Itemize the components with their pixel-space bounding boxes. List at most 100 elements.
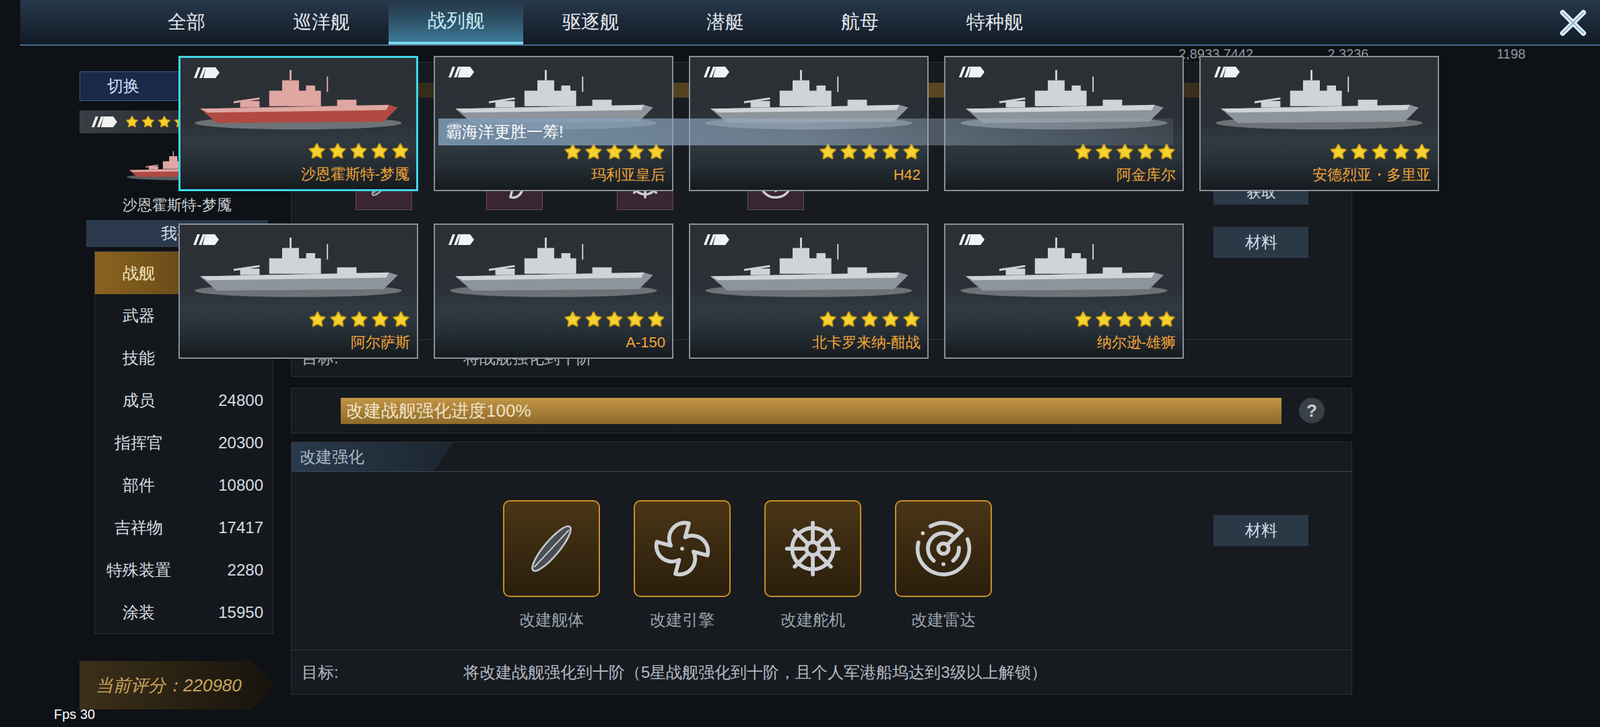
- ship-card[interactable]: 安德烈亚・多里亚: [1199, 55, 1440, 192]
- refit-item[interactable]: 改建舰体: [503, 500, 600, 633]
- stat-value: 10800: [182, 473, 273, 498]
- stat-value: 20300: [182, 430, 273, 456]
- star-icon: [563, 310, 582, 329]
- stat-list-item[interactable]: 涂装15950: [94, 591, 273, 634]
- star-icon: [605, 142, 624, 161]
- rank-badge-icon: [699, 232, 731, 247]
- stat-label: 指挥官: [94, 430, 183, 456]
- tab[interactable]: 巡洋舰: [253, 0, 389, 45]
- star-icon: [605, 310, 624, 329]
- help-button[interactable]: ?: [1298, 397, 1325, 424]
- card-badge: [954, 232, 986, 247]
- stat-list-item[interactable]: 成员24800: [94, 379, 273, 422]
- stat-value: 15950: [182, 600, 273, 625]
- refit-label: 改建舵机: [780, 608, 846, 633]
- star-icon: [647, 310, 666, 329]
- card-badge: [699, 65, 731, 79]
- star-icon: [370, 142, 389, 161]
- refit-body: 改建舰体改建引擎 改建舵机 改建雷达 材料: [291, 472, 1352, 633]
- star-icon: [1074, 310, 1093, 329]
- stat-label: 涂装: [94, 600, 183, 625]
- refit-material-button[interactable]: 材料: [1213, 515, 1309, 547]
- card-footer: 纳尔逊-雄狮: [945, 307, 1183, 358]
- star-icon: [371, 310, 390, 329]
- star-icon: [1350, 142, 1369, 161]
- close-button[interactable]: [1558, 8, 1588, 38]
- star-row: [563, 310, 666, 329]
- card-footer: 安德烈亚・多里亚: [1200, 140, 1438, 190]
- close-icon: [1558, 8, 1588, 38]
- fps-counter: Fps 30: [53, 704, 95, 725]
- star-icon: [1329, 142, 1348, 161]
- tab[interactable]: 驱逐舰: [523, 0, 658, 45]
- star-icon: [349, 142, 368, 161]
- star-icon: [391, 142, 410, 161]
- refit-item[interactable]: 改建雷达: [894, 500, 992, 633]
- card-badge: [954, 65, 986, 79]
- score-text: 当前评分：220980: [95, 672, 242, 699]
- rank-badge-icon: [189, 65, 221, 80]
- star-icon: [125, 115, 139, 129]
- refit-icon-box: [633, 500, 731, 598]
- card-badge: [444, 232, 476, 247]
- refit-icon-box: [764, 500, 862, 598]
- rank-badge-icon: [189, 232, 221, 247]
- star-icon: [1136, 310, 1155, 329]
- rank-badge-icon: [444, 65, 476, 79]
- ship-card-name: 阿金库尔: [1116, 163, 1176, 186]
- ship-card-name: 玛利亚皇后: [591, 163, 666, 186]
- card-footer: H42: [690, 140, 928, 190]
- star-icon: [1157, 310, 1176, 329]
- refit-goal-row: 目标:将改建战舰强化到十阶（5星战舰强化到十阶，且个人军港船坞达到3级以上解锁）: [291, 649, 1352, 695]
- card-footer: 阿金库尔: [945, 140, 1183, 190]
- refit-items: 改建舰体改建引擎 改建舵机 改建雷达: [291, 500, 992, 633]
- star-icon: [1094, 142, 1114, 161]
- refit-item[interactable]: 改建引擎: [633, 500, 731, 633]
- rank-badge-icon: [1210, 65, 1242, 79]
- star-row: [1329, 142, 1431, 161]
- ship-card[interactable]: 阿尔萨斯: [178, 223, 419, 359]
- star-row: [818, 142, 921, 161]
- ship-card[interactable]: A-150: [433, 223, 674, 359]
- refit-item[interactable]: 改建舵机: [764, 500, 862, 633]
- ship-picker: 沙恩霍斯特-梦魇 玛利亚皇后 H42 阿金库尔 安德烈亚・多里亚阿尔萨斯 A-150 北卡罗…: [178, 55, 1440, 359]
- ship-card-name: 沙恩霍斯特-梦魇: [301, 162, 410, 186]
- ship-icon: [449, 237, 658, 303]
- ship-card-name: 北卡罗来纳-酣战: [812, 331, 921, 354]
- material-button[interactable]: 材料: [1213, 226, 1309, 258]
- marquee-banner: 霸海洋更胜一筹!: [438, 118, 1174, 146]
- ship-card[interactable]: 沙恩霍斯特-梦魇: [178, 55, 419, 192]
- tab[interactable]: 战列舰: [388, 0, 524, 45]
- ship-card[interactable]: 纳尔逊-雄狮: [944, 223, 1184, 359]
- stat-list-item[interactable]: 特殊装置2280: [94, 548, 273, 592]
- star-icon: [1157, 142, 1176, 161]
- card-badge: [1210, 65, 1242, 79]
- tab[interactable]: 全部: [119, 0, 254, 45]
- ship-card[interactable]: 北卡罗来纳-酣战: [688, 223, 929, 359]
- stat-list-item[interactable]: 部件10800: [94, 463, 273, 507]
- refit-icon-box: [894, 500, 992, 598]
- rank-badge-icon: [954, 65, 986, 79]
- engine-icon: [651, 517, 714, 580]
- ship-card-name: 阿尔萨斯: [350, 331, 411, 354]
- star-icon: [818, 142, 838, 161]
- stat-list-item[interactable]: 吉祥物17417: [94, 506, 273, 549]
- star-icon: [308, 310, 327, 329]
- marquee-text: 霸海洋更胜一筹!: [445, 119, 564, 145]
- refit-label: 改建引擎: [649, 608, 715, 633]
- tab[interactable]: 特种舰: [927, 0, 1062, 45]
- radar-icon: [912, 517, 975, 580]
- stat-value: 1198: [1496, 43, 1526, 64]
- tab[interactable]: 航母: [792, 0, 928, 45]
- tab[interactable]: 潜艇: [657, 0, 793, 45]
- star-icon: [1074, 142, 1093, 161]
- stat-value: 17417: [182, 515, 273, 541]
- stat-list-item[interactable]: 指挥官20300: [94, 421, 273, 464]
- goal-text: 将改建战舰强化到十阶（5星战舰强化到十阶，且个人军港船坞达到3级以上解锁）: [463, 660, 1048, 685]
- card-footer: 玛利亚皇后: [435, 140, 673, 190]
- card-badge: [699, 232, 731, 247]
- card-footer: 北卡罗来纳-酣战: [690, 307, 928, 358]
- ship-icon: [193, 70, 403, 135]
- refit-header: 改建强化: [291, 442, 1352, 473]
- star-row: [1074, 310, 1176, 329]
